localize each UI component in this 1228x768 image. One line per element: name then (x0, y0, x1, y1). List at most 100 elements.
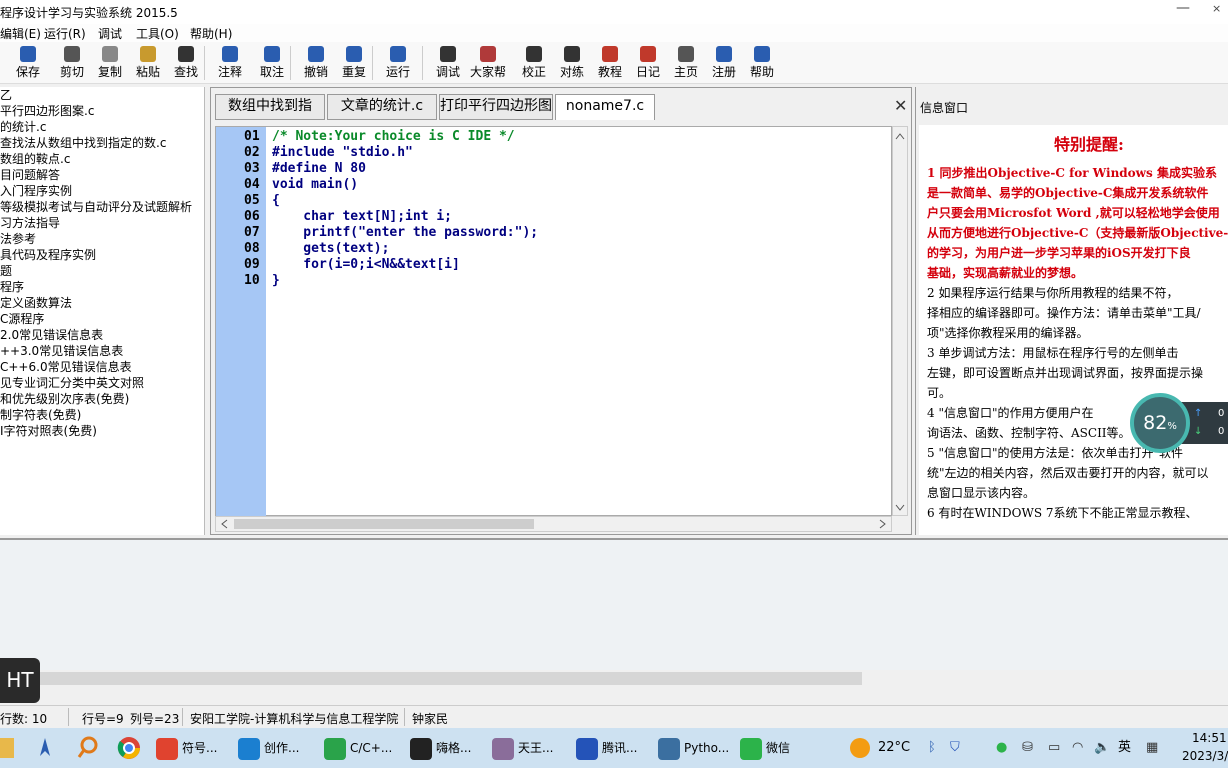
调试-button[interactable]: 调试 (428, 44, 468, 82)
tab-3[interactable]: noname7.c (555, 94, 655, 120)
bottom-scroll-thumb[interactable] (40, 672, 862, 685)
帮助-button[interactable]: 帮助 (742, 44, 782, 82)
剪切-button[interactable]: 剪切 (52, 44, 92, 82)
taskbar-app[interactable]: 微信 (740, 734, 790, 762)
tree-item[interactable]: 题 (0, 263, 204, 279)
tree-item[interactable]: C源程序 (0, 311, 204, 327)
粘贴-button[interactable]: 粘贴 (128, 44, 168, 82)
code-line[interactable]: void main() (272, 177, 358, 192)
tree-item[interactable]: 入门程序实例 (0, 183, 204, 199)
code-line[interactable]: #define N 80 (272, 161, 366, 176)
wps-icon (156, 737, 178, 760)
taskbar-app[interactable]: 天王... (492, 734, 553, 762)
复制-button[interactable]: 复制 (90, 44, 130, 82)
scissors-icon (64, 46, 80, 62)
menu-item[interactable]: 编辑(E) (0, 25, 41, 42)
tree-item[interactable]: 目问题解答 (0, 167, 204, 183)
battery-icon[interactable]: ▭ (1048, 734, 1060, 762)
chrome-icon[interactable] (116, 734, 142, 762)
taskbar-app[interactable]: 符号... (156, 734, 217, 762)
tree-item[interactable]: 的统计.c (0, 119, 204, 135)
search-icon[interactable] (76, 734, 100, 762)
close-tab-icon[interactable]: ✕ (894, 96, 907, 115)
menu-item[interactable]: 调试 (98, 25, 122, 42)
toolbar-label: 查找 (173, 65, 198, 79)
tree-item[interactable]: ++3.0常见错误信息表 (0, 343, 204, 359)
taskbar-app[interactable]: Pytho... (658, 734, 729, 762)
code-editor[interactable]: 01 /* Note:Your choice is C IDE */ 02 #incl… (215, 126, 892, 517)
tree-item[interactable]: 习方法指导 (0, 215, 204, 231)
pin-icon[interactable] (34, 734, 56, 762)
input-mode-icon[interactable]: ▦ (1146, 734, 1158, 762)
clock-time[interactable]: 14:51 (1192, 730, 1227, 746)
取注-button[interactable]: 取注 (252, 44, 292, 82)
tree-item[interactable]: 见专业词汇分类中英文对照 (0, 375, 204, 391)
code-line[interactable]: } (272, 273, 280, 288)
input-language[interactable]: 英 (1118, 734, 1131, 762)
tree-item[interactable]: 法参考 (0, 231, 204, 247)
tree-item[interactable]: 等级模拟考试与自动评分及试题解析 (0, 199, 204, 215)
注释-button[interactable]: 注释 (210, 44, 250, 82)
重复-button[interactable]: 重复 (334, 44, 374, 82)
对练-button[interactable]: 对练 (552, 44, 592, 82)
tree-item[interactable]: 程序 (0, 279, 204, 295)
download-arrow-icon: ↓ (1194, 426, 1203, 437)
network-tray-icon[interactable]: ⛁ (1022, 734, 1033, 762)
editor-vertical-scrollbar[interactable] (892, 126, 908, 516)
撤销-button[interactable]: 撤销 (296, 44, 336, 82)
tree-item[interactable]: 2.0常见错误信息表 (0, 327, 204, 343)
menu-item[interactable]: 工具(O) (136, 25, 179, 42)
taskbar-app[interactable]: 嗨格... (410, 734, 471, 762)
ht-overlay-button[interactable]: HT (0, 658, 40, 703)
tree-item[interactable]: 定义函数算法 (0, 295, 204, 311)
注册-button[interactable]: 注册 (704, 44, 744, 82)
tab-1[interactable]: 文章的统计.c (327, 94, 437, 120)
security-tray-icon[interactable]: ⛉ (950, 734, 960, 762)
memory-usage-badge[interactable]: 82% (1130, 393, 1190, 453)
code-line[interactable]: { (272, 193, 280, 208)
tree-item[interactable]: I字符对照表(免费) (0, 423, 204, 439)
code-line[interactable]: char text[N];int i; (272, 209, 452, 224)
tree-item[interactable]: 数组的鞍点.c (0, 151, 204, 167)
editor-horizontal-scrollbar[interactable] (215, 516, 892, 532)
保存-button[interactable]: 保存 (8, 44, 48, 82)
taskbar-app[interactable]: 创作... (238, 734, 299, 762)
主页-button[interactable]: 主页 (666, 44, 706, 82)
tree-item[interactable]: 查找法从数组中找到指定的数.c (0, 135, 204, 151)
menu-item[interactable]: 帮助(H) (190, 25, 232, 42)
clock-date[interactable]: 2023/3/ (1182, 748, 1228, 764)
tab-0[interactable]: 数组中找到指 (215, 94, 325, 120)
教程-button[interactable]: 教程 (590, 44, 630, 82)
menu-item[interactable]: 运行(R) (44, 25, 86, 42)
taskbar-app[interactable]: 腾讯... (576, 734, 637, 762)
file-explorer-icon[interactable] (0, 738, 14, 758)
大家帮-button[interactable]: 大家帮 (468, 44, 508, 82)
code-line[interactable]: gets(text); (272, 241, 389, 256)
code-line[interactable]: #include "stdio.h" (272, 145, 413, 160)
运行-button[interactable]: 运行 (378, 44, 418, 82)
minimize-button[interactable]: — (1176, 0, 1190, 16)
日记-button[interactable]: 日记 (628, 44, 668, 82)
查找-button[interactable]: 查找 (166, 44, 206, 82)
tree-item[interactable]: 制字符表(免费) (0, 407, 204, 423)
tree-item[interactable]: C++6.0常见错误信息表 (0, 359, 204, 375)
taskbar-app[interactable]: C/C+... (324, 734, 392, 762)
tree-item[interactable]: 和优先级别次序表(免费) (0, 391, 204, 407)
project-tree[interactable]: 乙平行四边形图案.c 的统计.c 查找法从数组中找到指定的数.c 数组的鞍点.c 目问题… (0, 87, 205, 535)
volume-icon[interactable]: 🔈 (1094, 734, 1110, 762)
code-line[interactable]: for(i=0;i<N&&text[i] (272, 257, 460, 272)
校正-button[interactable]: 校正 (514, 44, 554, 82)
tab-2[interactable]: 打印平行四边形图案.c (439, 94, 553, 120)
tree-item[interactable]: 乙 (0, 87, 204, 103)
wifi-icon[interactable]: ◠ (1072, 734, 1083, 762)
tree-item[interactable]: 平行四边形图案.c (0, 103, 204, 119)
info-content[interactable]: 特别提醒: 1 同步推出Objective-C for Windows 集成实验… (919, 125, 1228, 535)
bluetooth-icon[interactable]: ᛒ (928, 734, 936, 762)
tree-item[interactable]: 具代码及程序实例 (0, 247, 204, 263)
code-line[interactable]: /* Note:Your choice is C IDE */ (272, 129, 515, 144)
code-line[interactable]: printf("enter the password:"); (272, 225, 538, 240)
wechat-tray-icon[interactable]: ● (996, 734, 1007, 762)
bottom-scrollbar[interactable] (0, 670, 1228, 688)
output-pane[interactable] (0, 538, 1228, 670)
close-window-button[interactable]: × (1212, 2, 1221, 15)
